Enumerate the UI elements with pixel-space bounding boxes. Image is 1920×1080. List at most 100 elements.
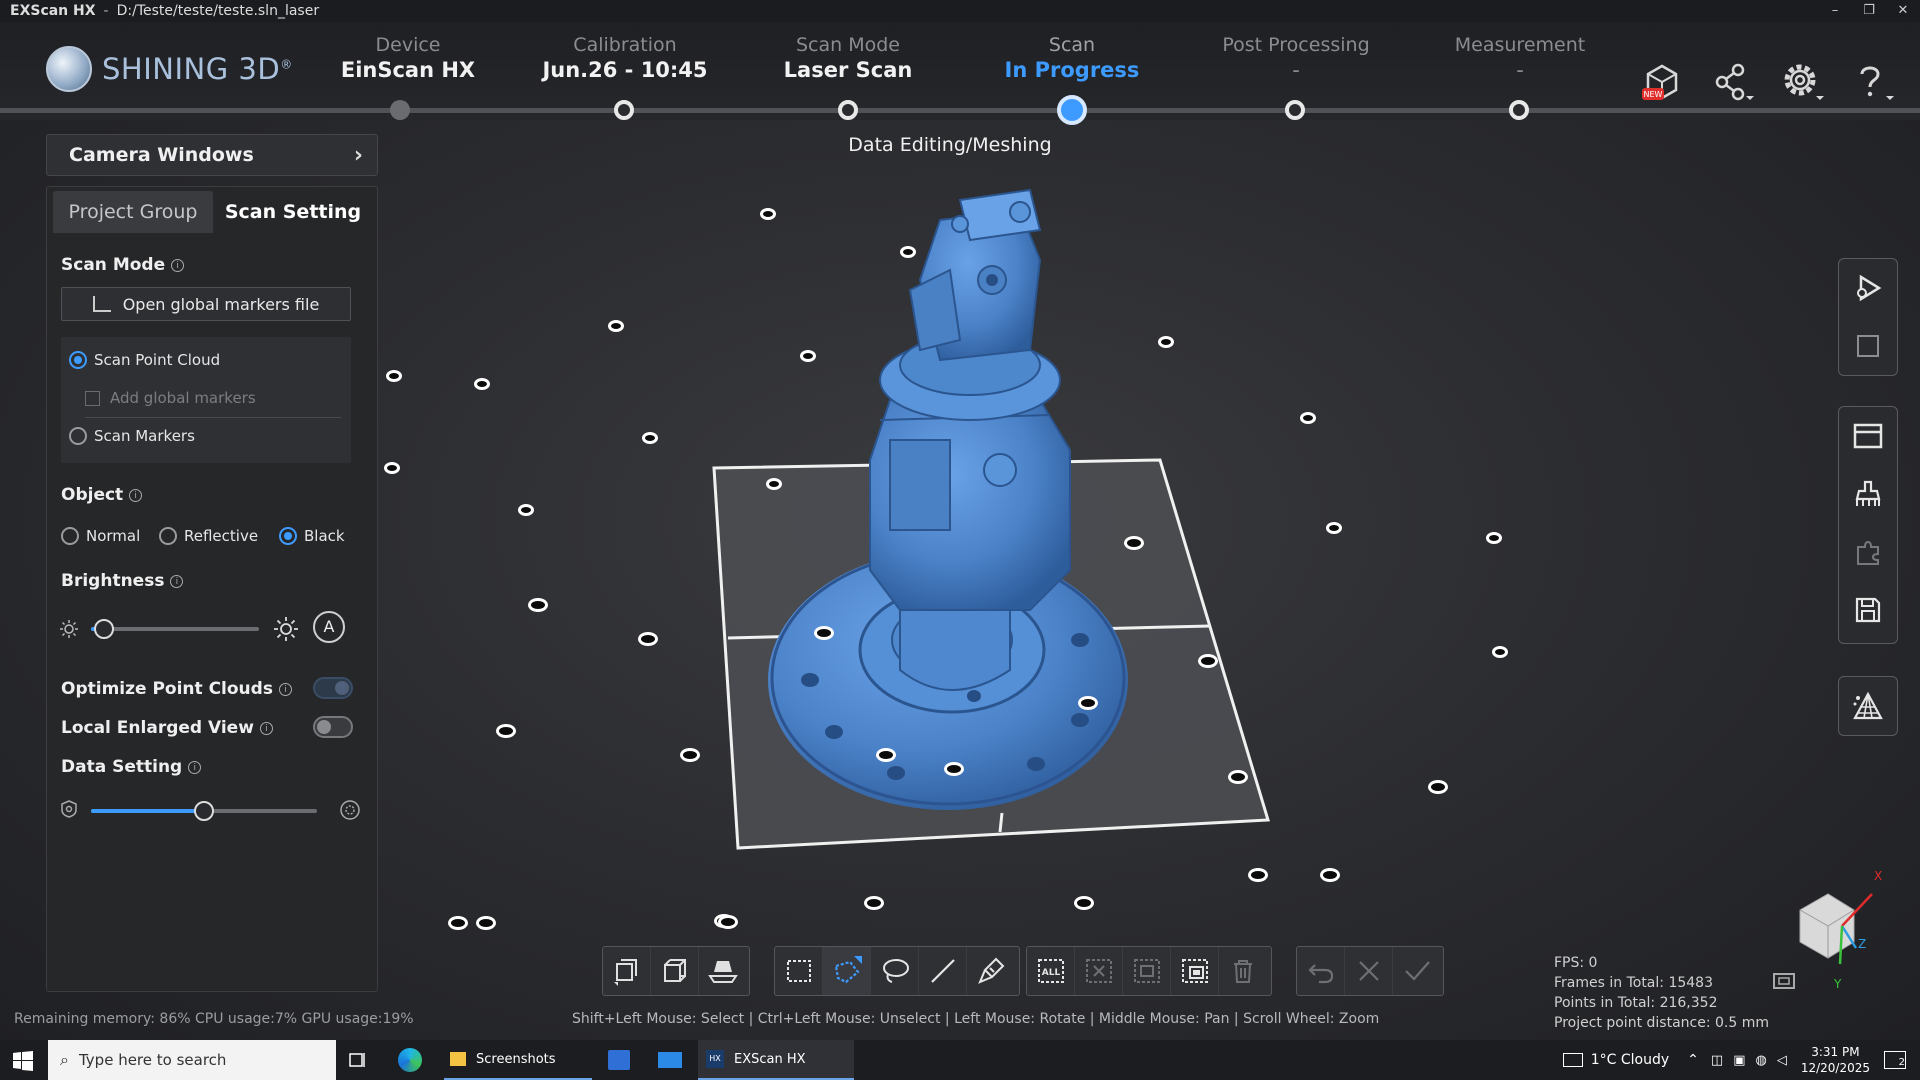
weather-icon[interactable] <box>1562 1053 1583 1067</box>
info-icon[interactable]: i <box>188 761 202 774</box>
edge-browser-icon[interactable] <box>398 1048 422 1072</box>
radio-scan-point-cloud[interactable]: Scan Point Cloud <box>69 351 220 369</box>
taskbar-app-screenshots[interactable]: Screenshots <box>444 1040 592 1080</box>
checkbox-add-global-markers[interactable]: Add global markers <box>85 389 256 407</box>
step-device[interactable]: Device EinScan HX <box>308 34 508 82</box>
weather-text[interactable]: 1°C Cloudy <box>1591 1052 1669 1068</box>
view-window-button[interactable] <box>1839 407 1897 465</box>
select-connected-button[interactable] <box>1171 947 1219 995</box>
step-node-measurement[interactable] <box>1509 100 1529 120</box>
auto-brightness-button[interactable]: A <box>313 611 345 643</box>
step-scan[interactable]: Scan In Progress <box>972 34 1172 82</box>
apply-toolbar <box>1296 946 1444 996</box>
data-setting-slider[interactable] <box>91 801 317 821</box>
help-icon[interactable] <box>1848 60 1896 104</box>
new-feature-icon[interactable]: NEW <box>1638 60 1686 104</box>
invert-select-button[interactable] <box>1123 947 1171 995</box>
merge-button[interactable] <box>1839 523 1897 581</box>
cancel-button[interactable] <box>1345 947 1393 995</box>
plane-cut-icon <box>708 961 738 983</box>
orientation-cube[interactable]: X Z Y <box>1790 866 1890 996</box>
radio-object-normal[interactable]: Normal <box>61 527 140 545</box>
deselect-button[interactable] <box>1075 947 1123 995</box>
info-icon[interactable]: i <box>278 683 292 696</box>
plane-cut-button[interactable] <box>699 947 747 995</box>
line-select-button[interactable] <box>919 947 967 995</box>
radio-object-reflective[interactable]: Reflective <box>159 527 258 545</box>
mail-icon[interactable] <box>658 1052 682 1068</box>
optimize-toggle[interactable] <box>313 677 353 699</box>
select-through-button[interactable] <box>651 947 699 995</box>
reference-marker <box>1074 896 1094 910</box>
task-view-icon[interactable] <box>348 1050 368 1070</box>
3d-viewport[interactable] <box>380 150 1840 930</box>
save-button[interactable] <box>1839 581 1897 639</box>
rect-select-button[interactable] <box>775 947 823 995</box>
deselect-icon <box>1085 959 1112 983</box>
step-calibration[interactable]: Calibration Jun.26 - 10:45 <box>525 34 725 82</box>
info-icon[interactable]: i <box>170 575 184 588</box>
close-button[interactable]: ✕ <box>1886 0 1920 22</box>
share-icon[interactable] <box>1708 60 1756 104</box>
clean-button[interactable] <box>1839 465 1897 523</box>
reference-marker <box>800 350 816 362</box>
local-view-toggle[interactable] <box>313 716 353 738</box>
info-icon[interactable]: i <box>259 722 273 735</box>
polygon-select-button[interactable] <box>823 947 871 995</box>
lasso-select-icon <box>882 959 909 983</box>
radio-selected-icon <box>69 351 87 369</box>
globe-icon[interactable]: ◍ <box>1755 1053 1766 1068</box>
tab-scan-setting[interactable]: Scan Setting <box>213 191 373 233</box>
apply-button[interactable] <box>1393 947 1441 995</box>
fit-view-icon[interactable] <box>1772 972 1796 990</box>
taskbar-app-exscan[interactable]: HX EXScan HX <box>698 1040 854 1080</box>
start-scan-button[interactable] <box>1839 259 1897 317</box>
reference-marker <box>814 626 834 640</box>
radio-scan-markers[interactable]: Scan Markers <box>69 427 195 445</box>
minimize-button[interactable]: – <box>1818 0 1852 22</box>
step-scan-mode[interactable]: Scan Mode Laser Scan <box>748 34 948 82</box>
step-node-device[interactable] <box>390 100 410 120</box>
display-icon[interactable]: ▣ <box>1733 1053 1745 1068</box>
windows-start-icon[interactable] <box>13 1051 33 1071</box>
network-icon[interactable]: ◫ <box>1711 1053 1723 1068</box>
reference-marker <box>518 504 534 516</box>
info-icon[interactable]: i <box>129 489 143 502</box>
brush-select-button[interactable] <box>967 947 1015 995</box>
slider-knob[interactable] <box>194 801 214 821</box>
info-icon[interactable]: i <box>171 259 185 272</box>
window-icon <box>1853 423 1883 449</box>
taskbar-search[interactable]: ⌕ Type here to search <box>48 1040 336 1080</box>
puzzle-icon <box>1857 540 1879 565</box>
lasso-select-button[interactable] <box>871 947 919 995</box>
scan-settings-panel: Project Group Scan Setting Scan Mode i Op… <box>46 186 378 992</box>
data-setting-heading: Data Setting i <box>61 757 202 777</box>
open-global-markers-button[interactable]: Open global markers file <box>61 287 351 321</box>
clock[interactable]: 3:31 PM 12/20/2025 <box>1801 1044 1870 1076</box>
tab-project-group[interactable]: Project Group <box>53 191 213 233</box>
select-all-button[interactable]: ALL <box>1027 947 1075 995</box>
settings-icon[interactable] <box>1778 60 1826 104</box>
slider-knob[interactable] <box>94 619 114 639</box>
delete-button[interactable] <box>1219 947 1267 995</box>
chevron-up-icon[interactable]: ⌃ <box>1687 1052 1699 1068</box>
step-node-scan[interactable] <box>1057 95 1087 125</box>
store-icon[interactable] <box>608 1050 630 1070</box>
step-post-processing[interactable]: Post Processing - <box>1196 34 1396 82</box>
step-node-post-processing[interactable] <box>1285 100 1305 120</box>
radio-object-black[interactable]: Black <box>279 527 345 545</box>
step-measurement[interactable]: Measurement - <box>1420 34 1620 82</box>
undo-button[interactable] <box>1297 947 1345 995</box>
mesh-button[interactable] <box>1839 677 1897 735</box>
camera-windows-toggle[interactable]: Camera Windows › <box>46 134 378 176</box>
select-through-icon <box>663 959 686 982</box>
step-node-calibration[interactable] <box>614 100 634 120</box>
maximize-button[interactable]: ❐ <box>1852 0 1886 22</box>
point-distance: Project point distance: 0.5 mm <box>1554 1015 1769 1031</box>
notification-icon[interactable]: 2 <box>1884 1051 1906 1069</box>
volume-icon[interactable]: ◁ <box>1777 1053 1787 1068</box>
brightness-slider[interactable] <box>91 619 259 639</box>
stop-scan-button[interactable] <box>1839 317 1897 375</box>
select-visible-button[interactable] <box>603 947 651 995</box>
step-node-scan-mode[interactable] <box>838 100 858 120</box>
